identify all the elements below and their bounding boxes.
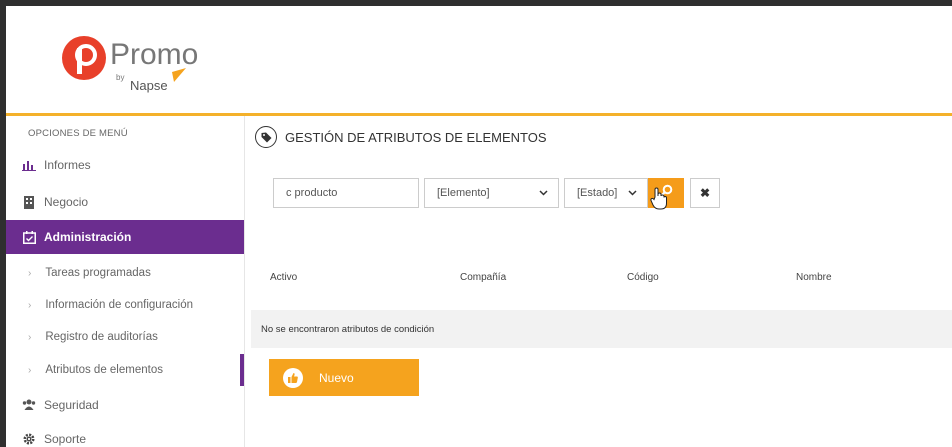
bar-chart-icon — [22, 158, 36, 172]
page-title: GESTIÓN DE ATRIBUTOS DE ELEMENTOS — [255, 126, 547, 148]
sidebar-item-label: Seguridad — [44, 398, 99, 412]
sidebar-subitem-atributos[interactable]: › Atributos de elementos — [6, 354, 244, 386]
column-header-activo[interactable]: Activo — [270, 272, 297, 283]
brand-company: Napse — [130, 78, 168, 93]
chevron-down-icon — [628, 187, 637, 199]
filter-bar: c producto [Elemento] [Estado] ✖ — [273, 178, 720, 210]
app-window: Promo by Napse OPCIONES DE MENÚ Informes… — [6, 6, 952, 447]
sidebar-subitem-auditorias[interactable]: › Registro de auditorías — [6, 321, 244, 353]
sidebar-subitem-tareas[interactable]: › Tareas programadas — [6, 257, 244, 289]
chevron-right-icon: › — [28, 267, 32, 279]
sidebar-item-label: Soporte — [44, 432, 87, 446]
users-icon — [22, 398, 36, 412]
estado-select[interactable]: [Estado] — [564, 178, 648, 208]
sidebar-item-informes[interactable]: Informes — [6, 148, 244, 182]
sidebar-item-soporte[interactable]: Soporte — [6, 422, 244, 447]
building-icon — [22, 195, 36, 209]
header: Promo by Napse — [6, 6, 952, 116]
promo-logo[interactable]: Promo by Napse — [60, 28, 210, 98]
sidebar-item-negocio[interactable]: Negocio — [6, 185, 244, 219]
sidebar-subitem-configuracion[interactable]: › Información de configuración — [6, 289, 244, 321]
search-button[interactable] — [648, 178, 684, 210]
chevron-right-icon: › — [28, 331, 32, 343]
sidebar-item-label: Informes — [44, 158, 91, 172]
chevron-down-icon — [539, 187, 548, 199]
chevron-right-icon: › — [28, 364, 32, 376]
gear-icon — [22, 432, 36, 446]
search-input[interactable]: c producto — [273, 178, 419, 208]
sidebar-item-administracion[interactable]: Administración — [6, 220, 244, 254]
elemento-select[interactable]: [Elemento] — [424, 178, 559, 208]
hand-cursor-icon — [650, 187, 668, 216]
close-icon: ✖ — [699, 186, 711, 200]
sidebar-item-label: Administración — [44, 230, 132, 244]
sidebar: OPCIONES DE MENÚ Informes Negocio Admini… — [6, 116, 245, 447]
sidebar-section-title: OPCIONES DE MENÚ — [28, 128, 128, 139]
calendar-check-icon — [22, 230, 36, 244]
sidebar-item-seguridad[interactable]: Seguridad — [6, 388, 244, 422]
sidebar-item-label: Negocio — [44, 195, 89, 209]
empty-table-message: No se encontraron atributos de condición — [251, 310, 952, 348]
chevron-right-icon: › — [28, 299, 32, 311]
brand-name: Promo — [110, 38, 198, 71]
main-content: GESTIÓN DE ATRIBUTOS DE ELEMENTOS c prod… — [245, 116, 952, 447]
column-header-compania[interactable]: Compañía — [460, 272, 506, 283]
tag-icon — [255, 126, 277, 148]
clear-button[interactable]: ✖ — [690, 178, 720, 208]
column-header-nombre[interactable]: Nombre — [796, 272, 832, 283]
column-header-codigo[interactable]: Código — [627, 272, 659, 283]
thumbs-up-icon — [283, 367, 303, 388]
new-button[interactable]: Nuevo — [269, 359, 419, 396]
svg-text:by: by — [116, 73, 124, 82]
